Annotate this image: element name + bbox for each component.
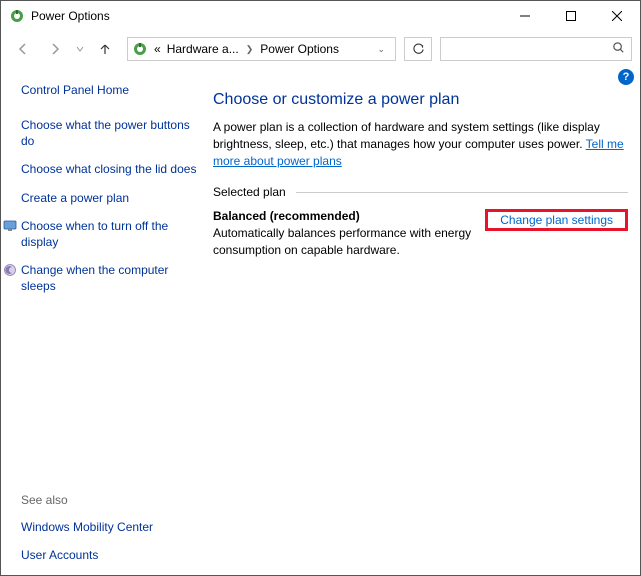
address-dropdown[interactable]: ⌄ [371, 44, 391, 55]
window-title: Power Options [31, 9, 502, 23]
moon-icon [3, 263, 17, 277]
sidebar-link-power-buttons[interactable]: Choose what the power buttons do [21, 117, 199, 149]
search-box[interactable] [440, 37, 632, 61]
section-label: Selected plan [213, 185, 286, 199]
body: Control Panel Home Choose what the power… [1, 67, 640, 575]
section-header: Selected plan [213, 185, 628, 199]
sidebar-row-computer-sleeps: Change when the computer sleeps [3, 262, 199, 294]
sidebar-link-computer-sleeps[interactable]: Change when the computer sleeps [21, 262, 199, 294]
plan-description: Automatically balances performance with … [213, 225, 485, 259]
help-icon[interactable]: ? [618, 69, 634, 85]
search-input[interactable] [447, 42, 612, 56]
control-panel-home-link[interactable]: Control Panel Home [21, 83, 199, 97]
forward-button[interactable] [41, 35, 69, 63]
breadcrumb-prefix[interactable]: « [152, 42, 163, 56]
breadcrumb-hardware[interactable]: Hardware a... [165, 42, 241, 56]
up-button[interactable] [91, 35, 119, 63]
sidebar-top: Control Panel Home Choose what the power… [21, 83, 199, 493]
sidebar-link-mobility-center[interactable]: Windows Mobility Center [21, 519, 199, 535]
window: Power Options « Hardware a... ❯ Power Op… [0, 0, 641, 576]
address-bar[interactable]: « Hardware a... ❯ Power Options ⌄ [127, 37, 396, 61]
plan-info: Balanced (recommended) Automatically bal… [213, 209, 485, 259]
navbar: « Hardware a... ❯ Power Options ⌄ [1, 31, 640, 67]
sidebar-row-turn-off-display: Choose when to turn off the display [3, 218, 199, 250]
monitor-icon [3, 219, 17, 233]
desc-text: A power plan is a collection of hardware… [213, 120, 600, 151]
minimize-button[interactable] [502, 1, 548, 31]
sidebar-link-create-plan[interactable]: Create a power plan [21, 190, 199, 206]
section-divider [296, 192, 628, 193]
plan-name: Balanced (recommended) [213, 209, 485, 223]
highlight-box: Change plan settings [485, 209, 628, 231]
sidebar-bottom: See also Windows Mobility Center User Ac… [21, 493, 199, 563]
page-heading: Choose or customize a power plan [213, 91, 628, 109]
search-icon[interactable] [612, 41, 625, 57]
back-button[interactable] [9, 35, 37, 63]
chevron-right-icon[interactable]: ❯ [243, 44, 257, 55]
breadcrumb: « Hardware a... ❯ Power Options [152, 42, 367, 56]
see-also-label: See also [21, 493, 199, 507]
recent-dropdown[interactable] [73, 35, 87, 63]
page-description: A power plan is a collection of hardware… [213, 119, 628, 169]
titlebar: Power Options [1, 1, 640, 31]
sidebar-link-closing-lid[interactable]: Choose what closing the lid does [21, 161, 199, 177]
plan-row: Balanced (recommended) Automatically bal… [213, 209, 628, 259]
breadcrumb-power[interactable]: Power Options [258, 42, 341, 56]
location-icon [132, 41, 148, 57]
sidebar-link-turn-off-display[interactable]: Choose when to turn off the display [21, 218, 199, 250]
change-plan-settings-link[interactable]: Change plan settings [492, 209, 621, 231]
close-button[interactable] [594, 1, 640, 31]
refresh-button[interactable] [404, 37, 432, 61]
sidebar: Control Panel Home Choose what the power… [1, 67, 211, 575]
content: ? Choose or customize a power plan A pow… [211, 67, 640, 575]
maximize-button[interactable] [548, 1, 594, 31]
window-controls [502, 1, 640, 31]
app-icon [9, 8, 25, 24]
sidebar-link-user-accounts[interactable]: User Accounts [21, 547, 199, 563]
